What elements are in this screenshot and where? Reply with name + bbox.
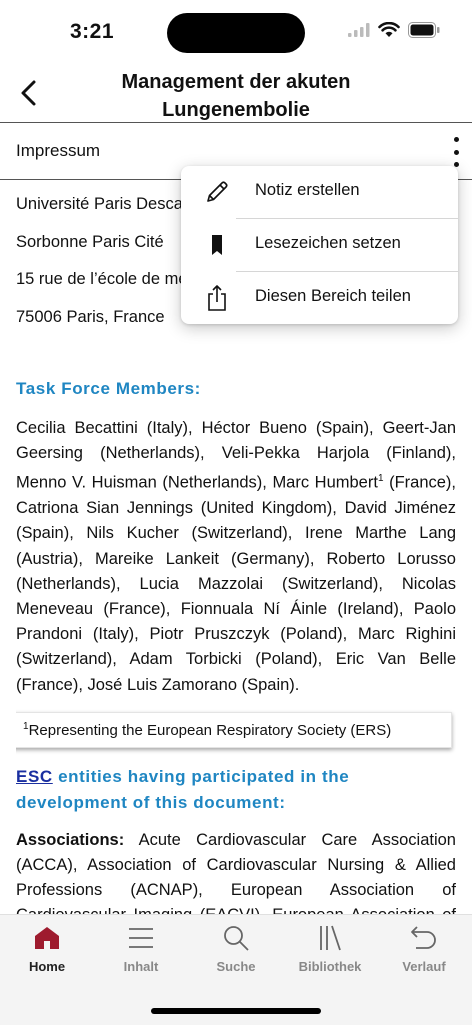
more-options-button[interactable] [450, 137, 462, 167]
footnote-box: 1Representing the European Respiratory S… [16, 711, 452, 748]
battery-icon [408, 22, 440, 38]
dynamic-island [167, 13, 305, 53]
wifi-icon [378, 22, 400, 37]
tab-search[interactable]: Suche [189, 923, 283, 983]
menu-item-share-section[interactable]: Diesen Bereich teilen [181, 272, 458, 324]
section-title: Impressum [16, 141, 101, 160]
chevron-left-icon [21, 80, 36, 106]
associations-paragraph: Associations: Acute Cardiovascular Care … [16, 828, 456, 914]
status-bar: 3:21 [0, 0, 472, 60]
tab-library[interactable]: Bibliothek [283, 923, 377, 983]
tab-label: Home [28, 959, 66, 974]
context-menu: Notiz erstellen Lesezeichen setzen Diese… [181, 166, 458, 324]
footnote-text: Representing the European Respiratory So… [28, 721, 392, 739]
tab-contents[interactable]: Inhalt [94, 923, 188, 983]
tab-history[interactable]: Verlauf [377, 923, 471, 983]
status-icons [348, 22, 440, 38]
undo-icon [411, 926, 436, 949]
esc-link[interactable]: ESC [16, 767, 53, 786]
more-dot-icon [453, 137, 459, 142]
page-title-line1: Management der akuten [121, 71, 351, 93]
home-icon [35, 927, 59, 949]
library-icon [320, 925, 341, 951]
cellular-signal-icon [348, 23, 370, 37]
associations-label: Associations: [16, 830, 125, 849]
tab-label: Verlauf [402, 959, 446, 974]
tab-label: Inhalt [123, 959, 159, 974]
pencil-icon [207, 181, 228, 202]
esc-heading-text: entities having participated in the deve… [16, 766, 350, 812]
task-force-heading: Task Force Members: [16, 379, 201, 398]
menu-item-label: Diesen Bereich teilen [255, 287, 411, 305]
bookmark-icon [212, 235, 222, 255]
tab-label: Bibliothek [298, 959, 362, 974]
more-dot-icon [453, 149, 459, 155]
task-force-text-cont: (France), Catriona Sian Jennings (United… [16, 473, 456, 694]
share-icon [208, 285, 226, 311]
menu-item-label: Lesezeichen setzen [255, 234, 401, 252]
status-time: 3:21 [70, 20, 115, 43]
tab-home[interactable]: Home [0, 923, 94, 983]
esc-entities-heading: ESC entities having participated in the … [16, 764, 456, 816]
back-button[interactable] [16, 76, 44, 110]
task-force-members: Cecilia Becattini (Italy), Héctor Bueno … [16, 416, 456, 698]
home-indicator [151, 1008, 321, 1014]
tab-label: Suche [216, 959, 256, 974]
nav-header: Management der akuten Lungenembolie [0, 60, 472, 122]
menu-lines-icon [129, 928, 153, 948]
page-title: Management der akuten Lungenembolie [60, 68, 412, 124]
page-title-line2: Lungenembolie [162, 99, 310, 121]
menu-item-label: Notiz erstellen [255, 181, 360, 199]
menu-item-set-bookmark[interactable]: Lesezeichen setzen [181, 219, 458, 271]
search-icon [224, 926, 249, 951]
menu-item-create-note[interactable]: Notiz erstellen [181, 166, 458, 218]
